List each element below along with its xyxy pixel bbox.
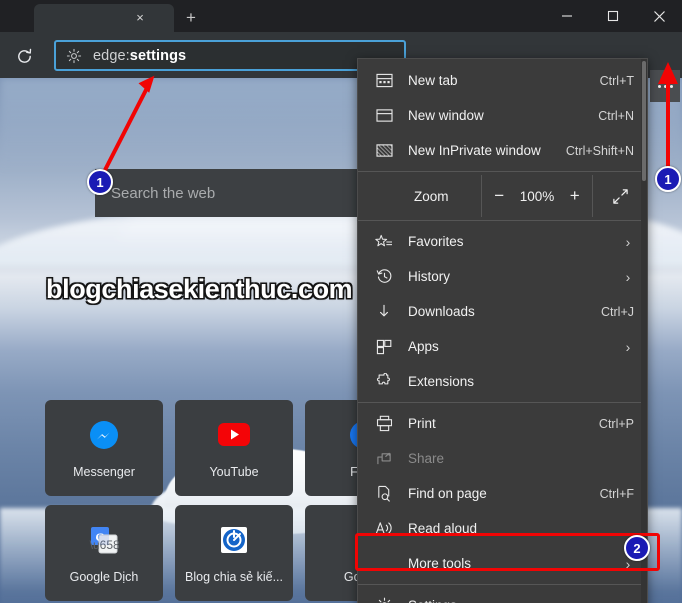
step-badge-2-settings: 2 [624,535,650,561]
arrow-to-address-bar [102,75,155,173]
arrow-to-more-options [658,62,678,170]
edge-browser-window: × + edge:settings Search the web blogchi… [0,0,682,603]
step-badge-1-more: 1 [655,166,681,192]
annotation-arrows [102,62,678,173]
step-badge-1-address: 1 [87,169,113,195]
